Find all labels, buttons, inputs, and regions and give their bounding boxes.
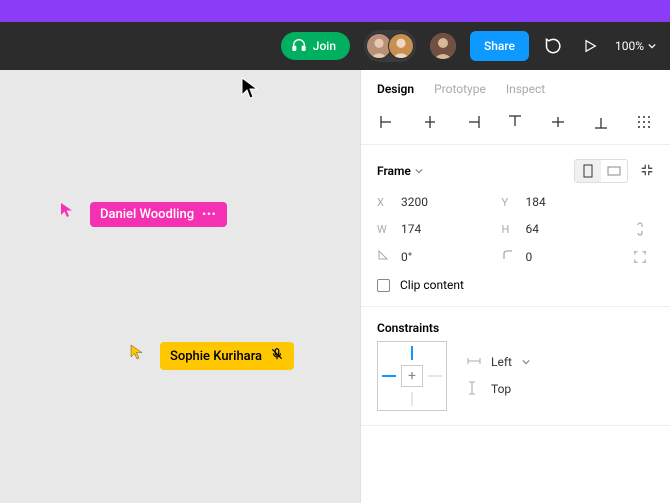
zoom-value: 100% [615, 39, 644, 53]
tab-prototype[interactable]: Prototype [434, 82, 486, 96]
x-field[interactable]: X3200 [377, 195, 502, 209]
app-window: Join Share 100% Daniel Woodling ••• [0, 22, 670, 503]
rotation-field[interactable]: 0° [377, 249, 502, 264]
constraints-title: Constraints [377, 321, 654, 335]
align-hcenter-icon[interactable] [420, 112, 440, 132]
constraint-h-value: Left [491, 355, 512, 369]
share-button[interactable]: Share [470, 31, 529, 61]
tab-design[interactable]: Design [377, 82, 414, 96]
zoom-control[interactable]: 100% [615, 39, 656, 53]
avatar[interactable] [388, 33, 414, 59]
join-label: Join [313, 39, 336, 53]
comment-icon[interactable] [543, 35, 565, 57]
horizontal-icon [467, 355, 481, 369]
inspector-panel: Design Prototype Inspect Frame [360, 70, 670, 503]
panel-tabs: Design Prototype Inspect [361, 70, 670, 106]
chevron-down-icon [648, 39, 656, 53]
align-left-icon[interactable] [377, 112, 397, 132]
constraints-section: Constraints + Left [361, 307, 670, 426]
y-field[interactable]: Y184 [502, 195, 627, 209]
alignment-row [361, 106, 670, 145]
chevron-down-icon [522, 355, 530, 369]
width-field[interactable]: W174 [377, 221, 502, 237]
constraint-horizontal[interactable]: Left [467, 355, 530, 369]
align-vcenter-icon[interactable] [548, 112, 568, 132]
collaborator-cursor: Sophie Kurihara [130, 340, 294, 370]
canvas[interactable]: Daniel Woodling ••• Sophie Kurihara [0, 70, 360, 503]
distribute-icon[interactable] [634, 112, 654, 132]
avatar-group[interactable] [364, 30, 416, 62]
vertical-icon [467, 381, 481, 398]
tab-inspect[interactable]: Inspect [506, 82, 545, 96]
collaborator-label[interactable]: Daniel Woodling ••• [90, 202, 227, 227]
frame-dropdown[interactable]: Frame [377, 164, 423, 178]
share-label: Share [484, 39, 515, 53]
collaborator-cursor: Daniel Woodling ••• [60, 200, 227, 227]
headset-icon [291, 37, 307, 56]
mic-muted-icon[interactable] [270, 347, 284, 365]
constraints-diagram[interactable]: + [377, 341, 447, 411]
frame-section: Frame X3200 Y184 W174 H64 0° [361, 145, 670, 307]
avatar[interactable] [430, 33, 456, 59]
orientation-toggle[interactable] [574, 159, 628, 183]
corner-radius-icon [502, 249, 516, 264]
landscape-icon[interactable] [601, 160, 627, 182]
portrait-icon[interactable] [575, 160, 601, 182]
constraint-vertical[interactable]: Top [467, 381, 530, 398]
lock-aspect-icon[interactable] [626, 221, 654, 237]
align-right-icon[interactable] [463, 112, 483, 132]
clip-label: Clip content [400, 278, 464, 292]
collaborator-name: Daniel Woodling [100, 207, 194, 222]
resize-to-fit-icon[interactable] [640, 162, 654, 181]
checkbox-icon [377, 279, 390, 292]
independent-corners-icon[interactable] [626, 249, 654, 264]
align-top-icon[interactable] [505, 112, 525, 132]
collaborator-name: Sophie Kurihara [170, 349, 262, 364]
cursor-arrow-icon [60, 202, 76, 218]
chevron-down-icon [415, 164, 423, 178]
clip-content-checkbox[interactable]: Clip content [377, 278, 654, 292]
align-bottom-icon[interactable] [591, 112, 611, 132]
cursor-arrow-icon [130, 344, 146, 360]
play-icon[interactable] [579, 35, 601, 57]
join-button[interactable]: Join [281, 32, 350, 60]
collaborator-label[interactable]: Sophie Kurihara [160, 342, 294, 370]
frame-title: Frame [377, 164, 411, 178]
mouse-cursor-icon [241, 77, 259, 105]
height-field[interactable]: H64 [502, 221, 627, 237]
radius-field[interactable]: 0 [502, 249, 627, 264]
constraint-v-value: Top [491, 382, 511, 396]
angle-icon [377, 249, 391, 264]
more-icon[interactable]: ••• [202, 208, 217, 221]
topbar: Join Share 100% [0, 22, 670, 70]
